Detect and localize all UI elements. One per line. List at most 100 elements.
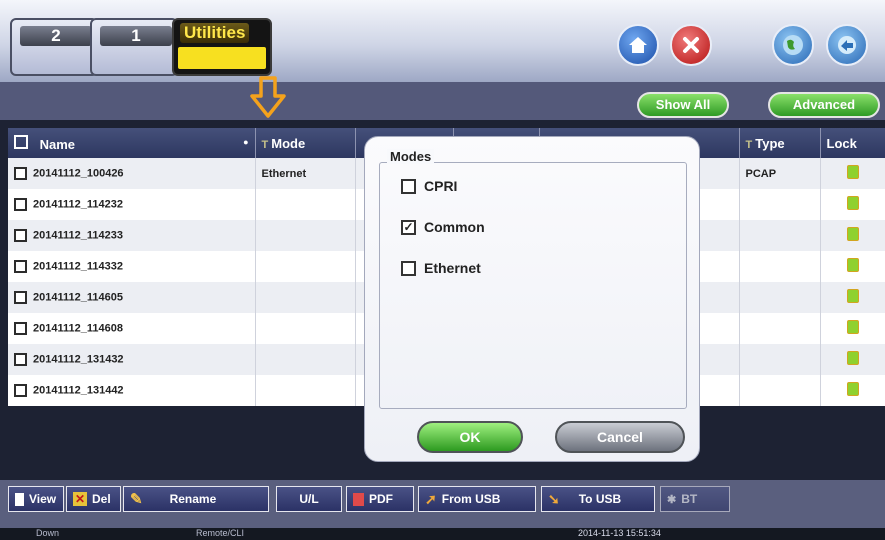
lock-icon[interactable] [846, 227, 859, 241]
cell-lock[interactable] [820, 313, 885, 344]
cell-mode [255, 282, 356, 313]
sort-dot-icon: ● [243, 136, 249, 147]
cell-type [739, 344, 821, 375]
column-name[interactable]: Name ● [8, 128, 256, 158]
lock-icon[interactable] [846, 320, 859, 334]
advanced-button[interactable]: Advanced [768, 92, 880, 118]
option-checkbox[interactable] [401, 178, 416, 194]
modes-group-title: Modes [387, 149, 435, 164]
lock-icon[interactable] [846, 382, 859, 396]
button-label: View [29, 492, 57, 506]
row-checkbox[interactable] [14, 198, 27, 211]
cancel-button[interactable]: Cancel [555, 421, 685, 453]
cell-lock[interactable] [820, 189, 885, 220]
from-usb-button[interactable]: ➚ From USB [418, 486, 536, 512]
bluetooth-icon: ✱ [667, 493, 677, 506]
button-label: Rename [169, 492, 217, 506]
button-label: From USB [441, 492, 501, 506]
row-checkbox[interactable] [14, 260, 27, 273]
button-label: Del [92, 492, 111, 506]
cell-lock[interactable] [820, 282, 885, 313]
tab-2[interactable]: 2 [10, 18, 98, 76]
column-label: Lock [826, 135, 857, 151]
rename-button[interactable]: ✎ Rename [123, 486, 269, 512]
to-usb-button[interactable]: ➘ To USB [541, 486, 655, 512]
pdf-button[interactable]: PDF [346, 486, 414, 512]
cell-type [739, 375, 821, 406]
cell-lock[interactable] [820, 158, 885, 189]
tab-1[interactable]: 1 [90, 18, 178, 76]
option-checkbox-checked[interactable]: ✓ [401, 219, 416, 235]
cell-name: 20141112_131432 [8, 344, 256, 375]
cell-mode [255, 344, 356, 375]
option-common[interactable]: ✓ Common [401, 219, 485, 235]
button-label: BT [681, 492, 698, 506]
option-cpri[interactable]: CPRI [401, 178, 457, 194]
option-checkbox[interactable] [401, 260, 416, 276]
delete-icon: ✕ [73, 492, 87, 506]
view-icon [15, 492, 24, 506]
cell-mode [255, 251, 356, 282]
cell-mode: Ethernet [255, 158, 356, 189]
close-button[interactable] [670, 24, 712, 66]
lock-icon[interactable] [846, 351, 859, 365]
row-checkbox[interactable] [14, 167, 27, 180]
column-label: Mode [271, 135, 306, 151]
column-type[interactable]: T Type [739, 128, 821, 158]
cell-type [739, 251, 821, 282]
show-all-button[interactable]: Show All [637, 92, 729, 118]
status-bar: Down Remote/CLI 2014-11-13 15:51:34 [0, 528, 885, 540]
status-remote: Remote/CLI [196, 528, 245, 538]
row-checkbox[interactable] [14, 291, 27, 304]
cell-mode [255, 313, 356, 344]
cell-lock[interactable] [820, 220, 885, 251]
cell-name: 20141112_114232 [8, 189, 256, 220]
cell-lock[interactable] [820, 375, 885, 406]
delete-button[interactable]: ✕ Del [66, 486, 121, 512]
status-down: Down [36, 528, 60, 538]
button-label: To USB [578, 492, 622, 506]
option-label: Common [424, 219, 485, 235]
home-icon [629, 37, 647, 53]
file-name: 20141112_114608 [33, 322, 123, 335]
row-checkbox[interactable] [14, 229, 27, 242]
tab-active-indicator [178, 47, 266, 69]
tab-label: 2 [20, 26, 92, 46]
option-ethernet[interactable]: Ethernet [401, 260, 481, 276]
select-all-checkbox[interactable] [14, 134, 28, 149]
cell-name: 20141112_100426 [8, 158, 256, 189]
cell-name: 20141112_114332 [8, 251, 256, 282]
cell-mode [255, 220, 356, 251]
row-checkbox[interactable] [14, 353, 27, 366]
cell-lock[interactable] [820, 344, 885, 375]
tab-utilities[interactable]: Utilities [172, 18, 272, 76]
bluetooth-button[interactable]: ✱ BT [660, 486, 730, 512]
column-mode[interactable]: T Mode [255, 128, 356, 158]
column-lock[interactable]: Lock [820, 128, 885, 158]
file-name: 20141112_114233 [33, 229, 123, 242]
upload-button[interactable]: U/L [276, 486, 342, 512]
ok-button[interactable]: OK [417, 421, 523, 453]
lock-icon[interactable] [846, 258, 859, 272]
cell-type [739, 313, 821, 344]
lock-icon[interactable] [846, 165, 859, 179]
cell-name: 20141112_131442 [8, 375, 256, 406]
home-button[interactable] [617, 24, 659, 66]
globe-button[interactable] [772, 24, 814, 66]
status-datetime: 2014-11-13 15:51:34 [578, 528, 661, 538]
row-checkbox[interactable] [14, 384, 27, 397]
modes-group [379, 162, 687, 409]
lock-icon[interactable] [846, 289, 859, 303]
filter-icon: T [745, 138, 753, 151]
cell-mode [255, 189, 356, 220]
file-name: 20141112_114605 [33, 291, 123, 304]
lock-icon[interactable] [846, 196, 859, 210]
row-checkbox[interactable] [14, 322, 27, 335]
remote-icon [838, 36, 856, 54]
down-arrow-icon [250, 76, 286, 118]
remote-button[interactable] [826, 24, 868, 66]
view-button[interactable]: View [8, 486, 64, 512]
file-name: 20141112_114232 [33, 198, 123, 211]
tab-label: 1 [100, 26, 172, 46]
cell-lock[interactable] [820, 251, 885, 282]
